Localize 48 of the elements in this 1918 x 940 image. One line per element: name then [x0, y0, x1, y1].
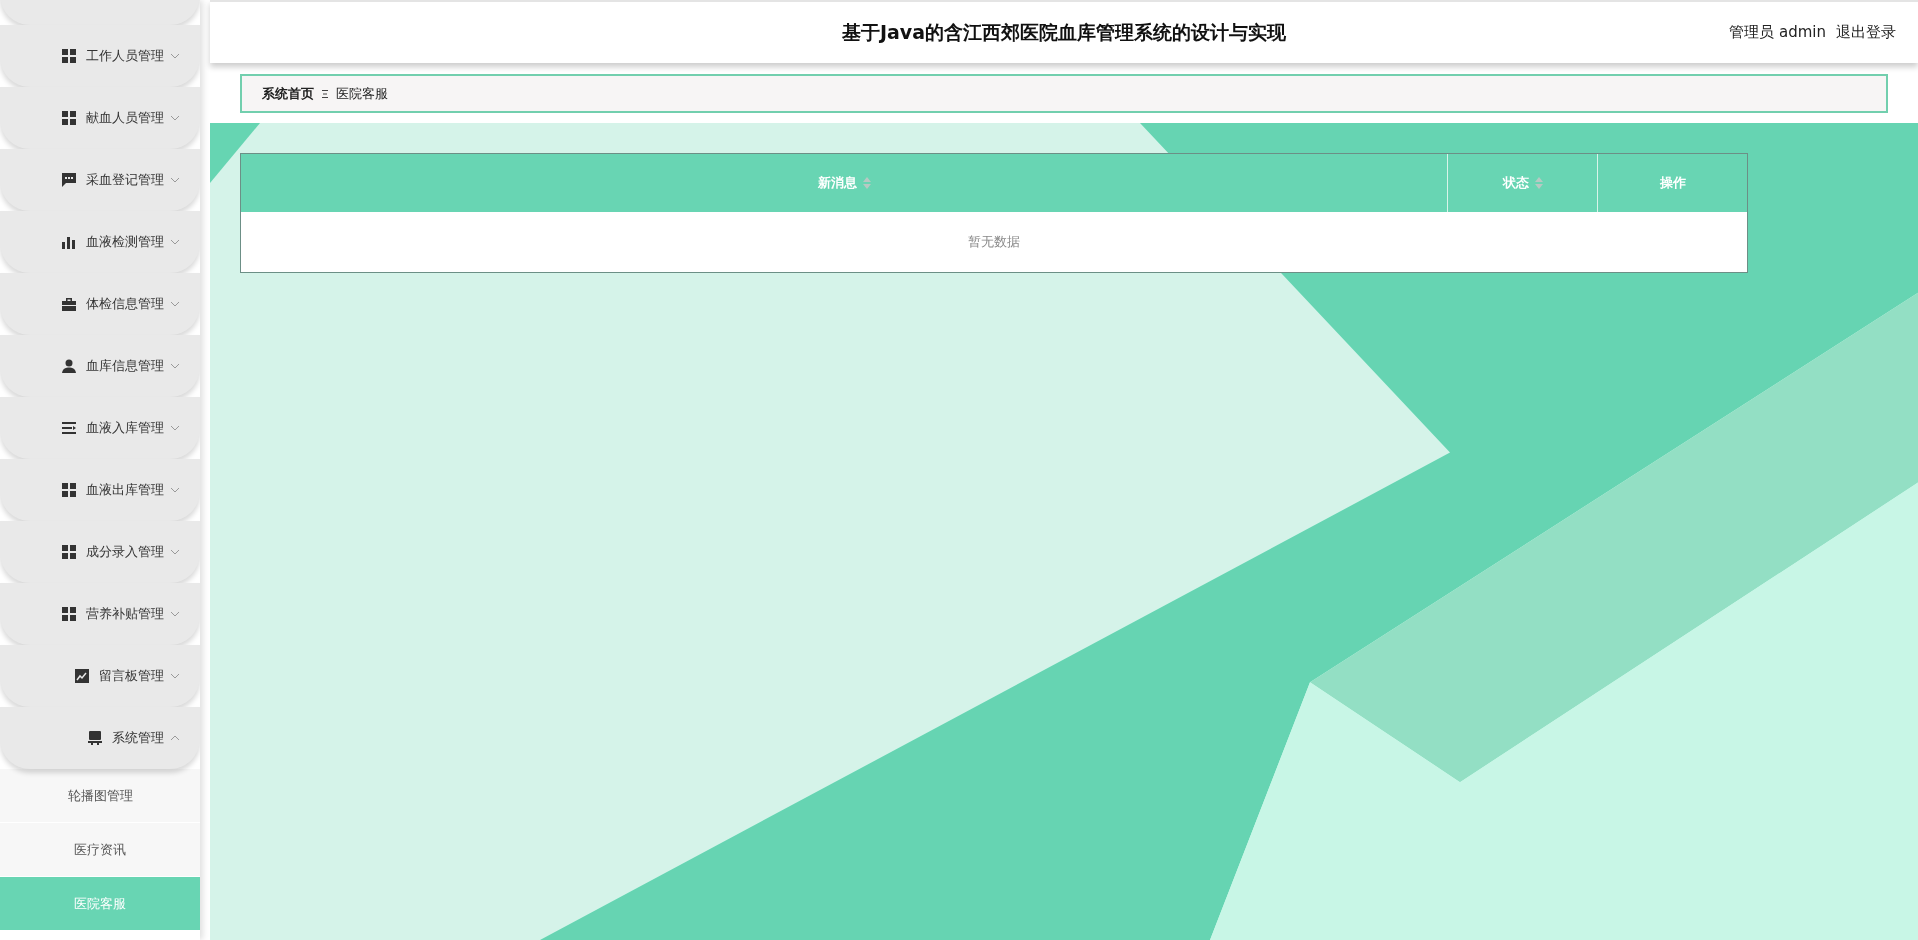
- separator-icon: [322, 88, 328, 99]
- sidebar-menu-item[interactable]: 献血人员管理: [0, 87, 200, 149]
- sort-icon: [1534, 177, 1543, 189]
- sidebar-menu-item[interactable]: 工作人员管理: [0, 25, 200, 87]
- submenu-item[interactable]: 轮播图管理: [0, 769, 200, 823]
- sidebar-menu-item[interactable]: 留言板管理: [0, 645, 200, 707]
- corner-shape: [210, 123, 260, 183]
- chevron-up-icon: [170, 735, 180, 741]
- line-chart-icon: [75, 669, 89, 683]
- list-icon: [62, 421, 76, 435]
- chevron-down-icon: [170, 301, 180, 307]
- breadcrumb-current: 医院客服: [336, 84, 388, 103]
- person-icon: [62, 359, 76, 373]
- chevron-down-icon: [170, 115, 180, 121]
- chevron-down-icon: [170, 177, 180, 183]
- chevron-down-icon: [170, 549, 180, 555]
- page-title: 基于Java的含江西郊医院血库管理系统的设计与实现: [841, 19, 1287, 45]
- chevron-down-icon: [170, 425, 180, 431]
- sidebar-menu-item[interactable]: 成分录入管理: [0, 521, 200, 583]
- submenu-item[interactable]: 医疗资讯: [0, 823, 200, 877]
- sort-icon: [862, 177, 871, 189]
- sidebar-menu-item[interactable]: 血液检测管理: [0, 211, 200, 273]
- empty-message: 暂无数据: [967, 233, 1021, 251]
- chat-icon: [62, 173, 76, 187]
- grid-icon: [62, 607, 76, 621]
- grid-icon: [62, 49, 76, 63]
- chevron-down-icon: [170, 239, 180, 245]
- sidebar-menu-item[interactable]: 血库信息管理: [0, 335, 200, 397]
- briefcase-icon: [62, 297, 76, 311]
- chevron-down-icon: [170, 363, 180, 369]
- sidebar-menu-item[interactable]: 采血登记管理: [0, 149, 200, 211]
- sidebar-menu-item[interactable]: 血液入库管理: [0, 397, 200, 459]
- chevron-down-icon: [170, 487, 180, 493]
- grid-icon: [62, 545, 76, 559]
- sidebar-menu-item[interactable]: 血液出库管理: [0, 459, 200, 521]
- bar-chart-icon: [62, 235, 76, 249]
- sidebar-menu-item[interactable]: 体检信息管理: [0, 273, 200, 335]
- chevron-down-icon: [170, 53, 180, 59]
- user-label: 管理员 admin: [1729, 23, 1826, 42]
- breadcrumb-home-link[interactable]: 系统首页: [262, 84, 314, 103]
- grid-icon: [62, 111, 76, 125]
- chevron-down-icon: [170, 673, 180, 679]
- monitor-icon: [88, 731, 102, 745]
- chevron-down-icon: [170, 611, 180, 617]
- sidebar-menu-item[interactable]: 系统管理: [0, 707, 200, 769]
- grid-icon: [62, 483, 76, 497]
- logout-link[interactable]: 退出登录: [1836, 23, 1896, 42]
- sidebar-menu-item[interactable]: 营养补贴管理: [0, 583, 200, 645]
